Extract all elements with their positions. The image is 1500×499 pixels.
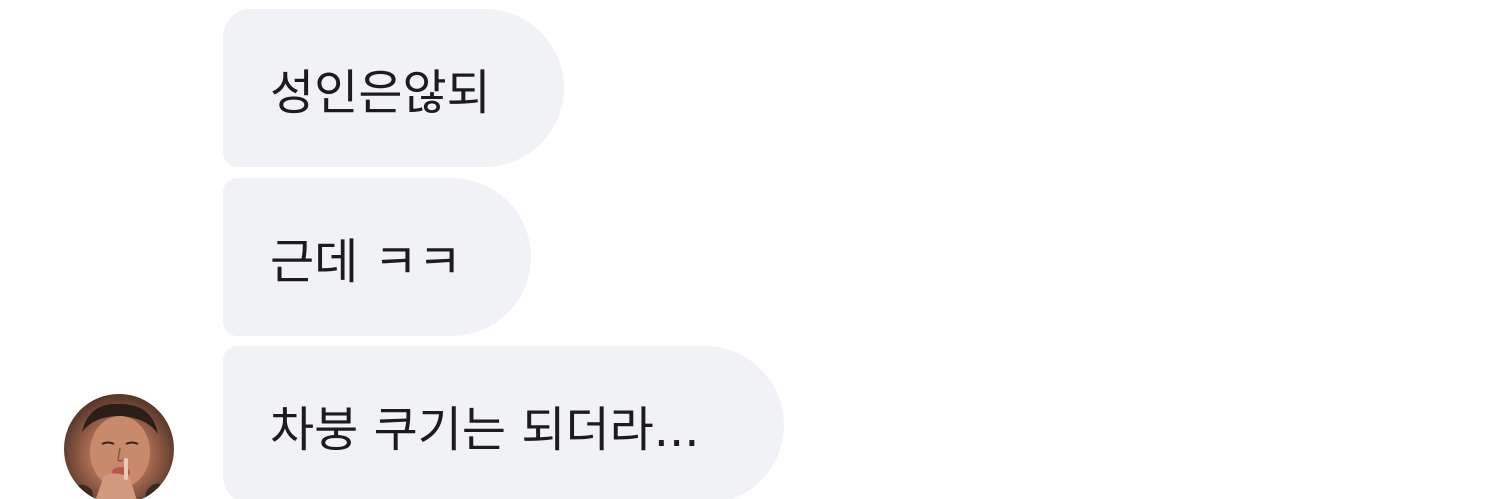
- message-text: 성인은않되: [270, 65, 491, 121]
- message-bubble[interactable]: 차붕 쿠기는 되더라...: [223, 346, 784, 499]
- chat-thread: 성인은않되 근데 ㅋㅋ 차붕 쿠기는 되더라...: [0, 0, 1500, 499]
- message-text: 차붕 쿠기는 되더라...: [270, 402, 700, 458]
- message-bubble[interactable]: 근데 ㅋㅋ: [223, 178, 531, 336]
- message-bubble[interactable]: 성인은않되: [223, 9, 564, 167]
- sender-avatar[interactable]: [64, 394, 174, 499]
- avatar-photo-icon: [67, 403, 171, 499]
- message-text: 근데 ㅋㅋ: [270, 234, 462, 290]
